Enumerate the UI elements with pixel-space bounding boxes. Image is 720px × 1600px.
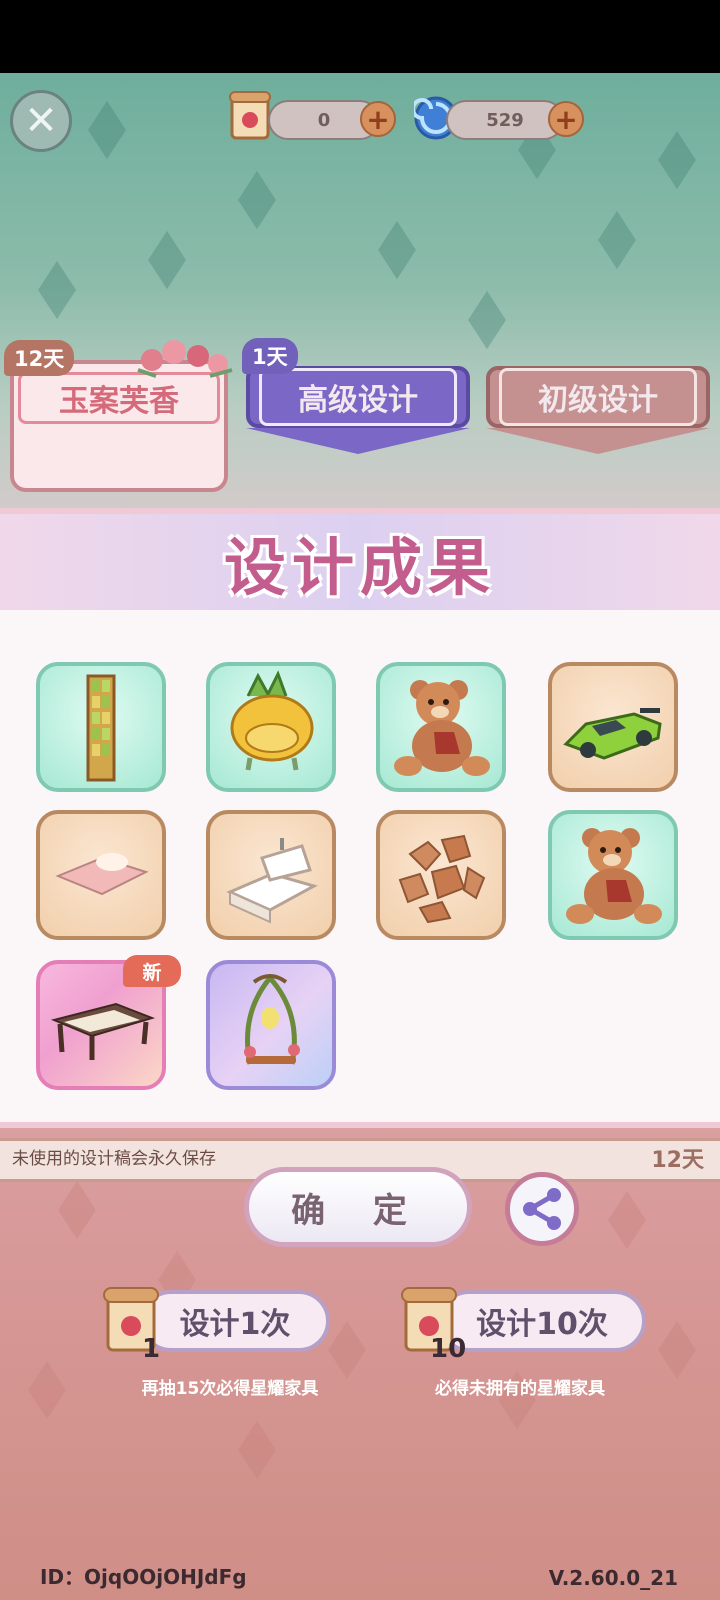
tab-event-days-badge: 12天 xyxy=(4,340,75,376)
rug-icon xyxy=(55,853,149,896)
dialog-title: 设计成果 xyxy=(223,531,496,604)
add-ticket-button[interactable]: + xyxy=(360,101,396,137)
add-gem-button[interactable]: + xyxy=(548,101,584,137)
tab-advanced-design[interactable]: 高级设计 xyxy=(246,366,470,428)
design-once-button[interactable]: 设计1次 xyxy=(140,1290,330,1352)
new-item-badge: 新 xyxy=(123,955,181,987)
status-bar xyxy=(0,0,720,73)
sports-car-icon xyxy=(563,708,662,760)
tab-advanced-days-badge: 1天 xyxy=(242,338,298,374)
unused-draft-hint: 未使用的设计稿会永久保存 xyxy=(12,1149,216,1169)
window-screen-icon xyxy=(86,674,116,782)
dialog-header: 设计成果 xyxy=(0,514,720,610)
plus-icon: + xyxy=(366,102,390,136)
bathtub-icon xyxy=(226,838,318,924)
teddy-bear-icon xyxy=(566,828,662,924)
reward-window-screen[interactable] xyxy=(36,662,166,792)
remaining-days-label: 12天 xyxy=(651,1148,704,1173)
player-id: ID：OjqOOjOHJdFg xyxy=(40,1565,247,1589)
close-button[interactable]: ✕ xyxy=(10,90,72,152)
stone-path-icon xyxy=(398,834,486,924)
reward-bird-swing[interactable] xyxy=(206,960,336,1090)
confirm-button[interactable]: 确 定 xyxy=(244,1167,472,1247)
rose-decoration-icon xyxy=(137,340,233,378)
reward-teddy-bear[interactable] xyxy=(548,810,678,940)
version-label: V.2.60.0_21 xyxy=(548,1566,678,1590)
single-cost-count: 1 xyxy=(142,1334,161,1364)
reward-bathtub[interactable] xyxy=(206,810,336,940)
ten-cost-count: 10 xyxy=(430,1334,467,1364)
reward-pineapple-armchair[interactable] xyxy=(206,662,336,792)
bird-swing-icon xyxy=(244,974,300,1065)
close-icon: ✕ xyxy=(24,98,58,144)
design-ten-times-button[interactable]: 设计10次 xyxy=(438,1290,646,1352)
armchair-icon xyxy=(230,670,314,771)
gem-count: 529 xyxy=(446,100,564,140)
share-icon xyxy=(523,1188,561,1230)
teddy-bear-icon xyxy=(394,680,490,776)
tab-basic-design[interactable]: 初级设计 xyxy=(486,366,710,428)
reward-green-sports-car[interactable] xyxy=(548,662,678,792)
design-ticket-icon xyxy=(229,91,271,140)
ten-draw-subtitle: 必得未拥有的星耀家具 xyxy=(435,1379,605,1399)
reward-teddy-bear[interactable] xyxy=(376,662,506,792)
share-button[interactable] xyxy=(505,1172,579,1246)
reward-pink-rug[interactable] xyxy=(36,810,166,940)
plus-icon: + xyxy=(554,102,578,136)
single-draw-subtitle: 再抽15次必得星耀家具 xyxy=(141,1379,319,1399)
reward-stone-path[interactable] xyxy=(376,810,506,940)
